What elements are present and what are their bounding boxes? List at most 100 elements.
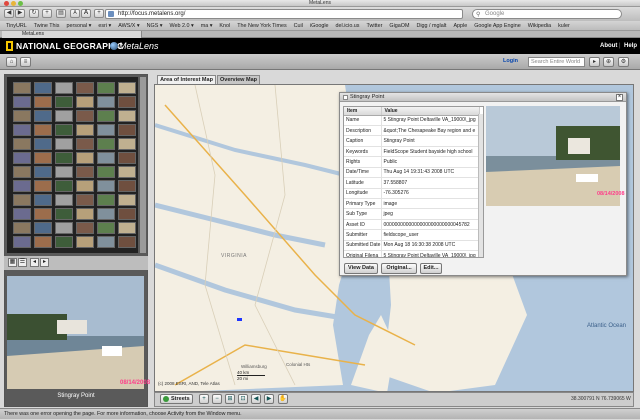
- bookmark-item[interactable]: kuler: [558, 21, 570, 30]
- bookmark-item[interactable]: The New York Times: [237, 21, 286, 30]
- photo-thumbnail[interactable]: [34, 180, 52, 192]
- bookmark-item[interactable]: ma ▾: [201, 21, 213, 30]
- table-row[interactable]: Submitter fieldscope_user: [344, 229, 480, 241]
- photo-thumbnail[interactable]: [97, 236, 115, 248]
- photo-thumbnail[interactable]: [76, 236, 94, 248]
- table-row[interactable]: Latitude 37.558807: [344, 177, 480, 189]
- zoom-box-icon[interactable]: ⊞: [225, 394, 235, 404]
- zoom-out-icon[interactable]: −: [212, 394, 222, 404]
- bookmark-item[interactable]: Google App Engine: [474, 21, 520, 30]
- add-bookmark-icon[interactable]: +: [42, 9, 52, 18]
- photo-thumbnail[interactable]: [118, 82, 136, 94]
- photo-thumbnail[interactable]: [55, 96, 73, 108]
- close-window-icon[interactable]: [4, 1, 9, 6]
- photo-thumbnail[interactable]: [118, 166, 136, 178]
- table-row[interactable]: Original Filena 5 Stingray Point Deltavil…: [344, 250, 480, 257]
- photo-thumbnail[interactable]: [97, 222, 115, 234]
- photo-thumbnail[interactable]: [76, 110, 94, 122]
- photo-thumbnail[interactable]: [118, 222, 136, 234]
- photo-thumbnail[interactable]: [118, 194, 136, 206]
- zoom-in-icon[interactable]: +: [199, 394, 209, 404]
- photo-thumbnail[interactable]: [13, 208, 31, 220]
- photo-thumbnail[interactable]: [118, 96, 136, 108]
- bookmark-item[interactable]: Twine This: [34, 21, 60, 30]
- browser-tab[interactable]: MetaLens: [2, 31, 142, 38]
- table-row[interactable]: Primary Type image: [344, 198, 480, 210]
- table-row[interactable]: Rights Public: [344, 156, 480, 168]
- photo-thumbnail[interactable]: [76, 208, 94, 220]
- photo-thumbnail[interactable]: [34, 208, 52, 220]
- photo-thumbnail[interactable]: [97, 124, 115, 136]
- table-scrollbar[interactable]: [478, 114, 483, 257]
- browser-search-field[interactable]: Google: [472, 9, 622, 19]
- photo-thumbnail[interactable]: [34, 138, 52, 150]
- bookmark-item[interactable]: Knol: [219, 21, 230, 30]
- table-row[interactable]: Description &quot;The Chesapeake Bay regi…: [344, 125, 480, 137]
- photo-thumbnail[interactable]: [76, 166, 94, 178]
- photo-thumbnail[interactable]: [97, 82, 115, 94]
- bookmark-item[interactable]: esri ▾: [98, 21, 111, 30]
- photo-thumbnail[interactable]: [13, 166, 31, 178]
- table-row[interactable]: Keywords FieldScope Student bayside high …: [344, 146, 480, 158]
- photo-thumbnail[interactable]: [97, 138, 115, 150]
- photo-thumbnail[interactable]: [118, 124, 136, 136]
- minimize-window-icon[interactable]: [11, 1, 16, 6]
- photo-thumbnail[interactable]: [55, 222, 73, 234]
- photo-thumbnail[interactable]: [97, 110, 115, 122]
- photo-thumbnail[interactable]: [118, 208, 136, 220]
- selected-photo[interactable]: [7, 276, 144, 389]
- previous-extent-icon[interactable]: ◀: [251, 394, 261, 404]
- photo-thumbnail[interactable]: [55, 194, 73, 206]
- bookmark-item[interactable]: Wikipedia: [528, 21, 551, 30]
- home-icon[interactable]: ⌂: [6, 57, 17, 67]
- photo-thumbnail[interactable]: [13, 180, 31, 192]
- photo-thumbnail[interactable]: [76, 96, 94, 108]
- photo-thumbnail[interactable]: [76, 194, 94, 206]
- photo-thumbnail[interactable]: [34, 152, 52, 164]
- photo-thumbnail[interactable]: [13, 236, 31, 248]
- tab-area-of-interest-map[interactable]: Area of Interest Map: [157, 75, 216, 84]
- photo-thumbnail[interactable]: [76, 222, 94, 234]
- bookmark-item[interactable]: TinyURL: [6, 21, 27, 30]
- reload-icon[interactable]: ↻: [29, 9, 39, 18]
- new-tab-icon[interactable]: +: [94, 9, 104, 18]
- previous-page-icon[interactable]: ◂: [30, 258, 39, 267]
- settings-gear-icon[interactable]: ⚙: [618, 57, 629, 67]
- help-link[interactable]: Help: [624, 40, 637, 52]
- photo-thumbnail[interactable]: [76, 124, 94, 136]
- photo-thumbnail[interactable]: [13, 96, 31, 108]
- photo-thumbnail[interactable]: [118, 180, 136, 192]
- layers-icon[interactable]: ≡: [20, 57, 31, 67]
- text-smaller-icon[interactable]: A: [70, 9, 80, 18]
- photo-thumbnail[interactable]: [34, 110, 52, 122]
- popup-title[interactable]: Stingray Point: [340, 93, 626, 102]
- edit-button[interactable]: Edit...: [420, 263, 442, 274]
- bookmark-item[interactable]: personal ▾: [66, 21, 91, 30]
- table-row[interactable]: Asset ID 0000000000000000000000000045782: [344, 219, 480, 231]
- text-larger-icon[interactable]: A: [81, 9, 91, 18]
- next-page-icon[interactable]: ▸: [40, 258, 49, 267]
- photo-thumbnail[interactable]: [97, 180, 115, 192]
- photo-thumbnail[interactable]: [34, 124, 52, 136]
- list-view-icon[interactable]: ☰: [18, 258, 27, 267]
- bookmark-item[interactable]: Digg / mglalt: [416, 21, 446, 30]
- zoom-extent-icon[interactable]: ⊡: [238, 394, 248, 404]
- photo-thumbnail[interactable]: [13, 222, 31, 234]
- photo-thumbnail[interactable]: [55, 180, 73, 192]
- column-header-value[interactable]: Value: [381, 107, 480, 116]
- bookmark-item[interactable]: Twitter: [367, 21, 383, 30]
- photo-thumbnail[interactable]: [97, 194, 115, 206]
- search-entries-input[interactable]: Search Entire World: [528, 57, 585, 67]
- zoom-window-icon[interactable]: [18, 1, 23, 6]
- table-row[interactable]: Longitude -76.305276: [344, 188, 480, 200]
- bookmark-item[interactable]: AWS/X ▾: [118, 21, 139, 30]
- bookmark-item[interactable]: NGS ▾: [147, 21, 163, 30]
- forward-arrow-icon[interactable]: ▶: [15, 9, 25, 18]
- back-arrow-icon[interactable]: ◀: [4, 9, 14, 18]
- bookmark-item[interactable]: iGoogle: [310, 21, 329, 30]
- photo-thumbnail[interactable]: [97, 96, 115, 108]
- photo-thumbnail[interactable]: [34, 82, 52, 94]
- thumbnail-scrollbar[interactable]: [140, 77, 146, 253]
- address-bar[interactable]: http://focus.metalens.org/: [105, 9, 463, 19]
- view-data-button[interactable]: View Data: [344, 263, 378, 274]
